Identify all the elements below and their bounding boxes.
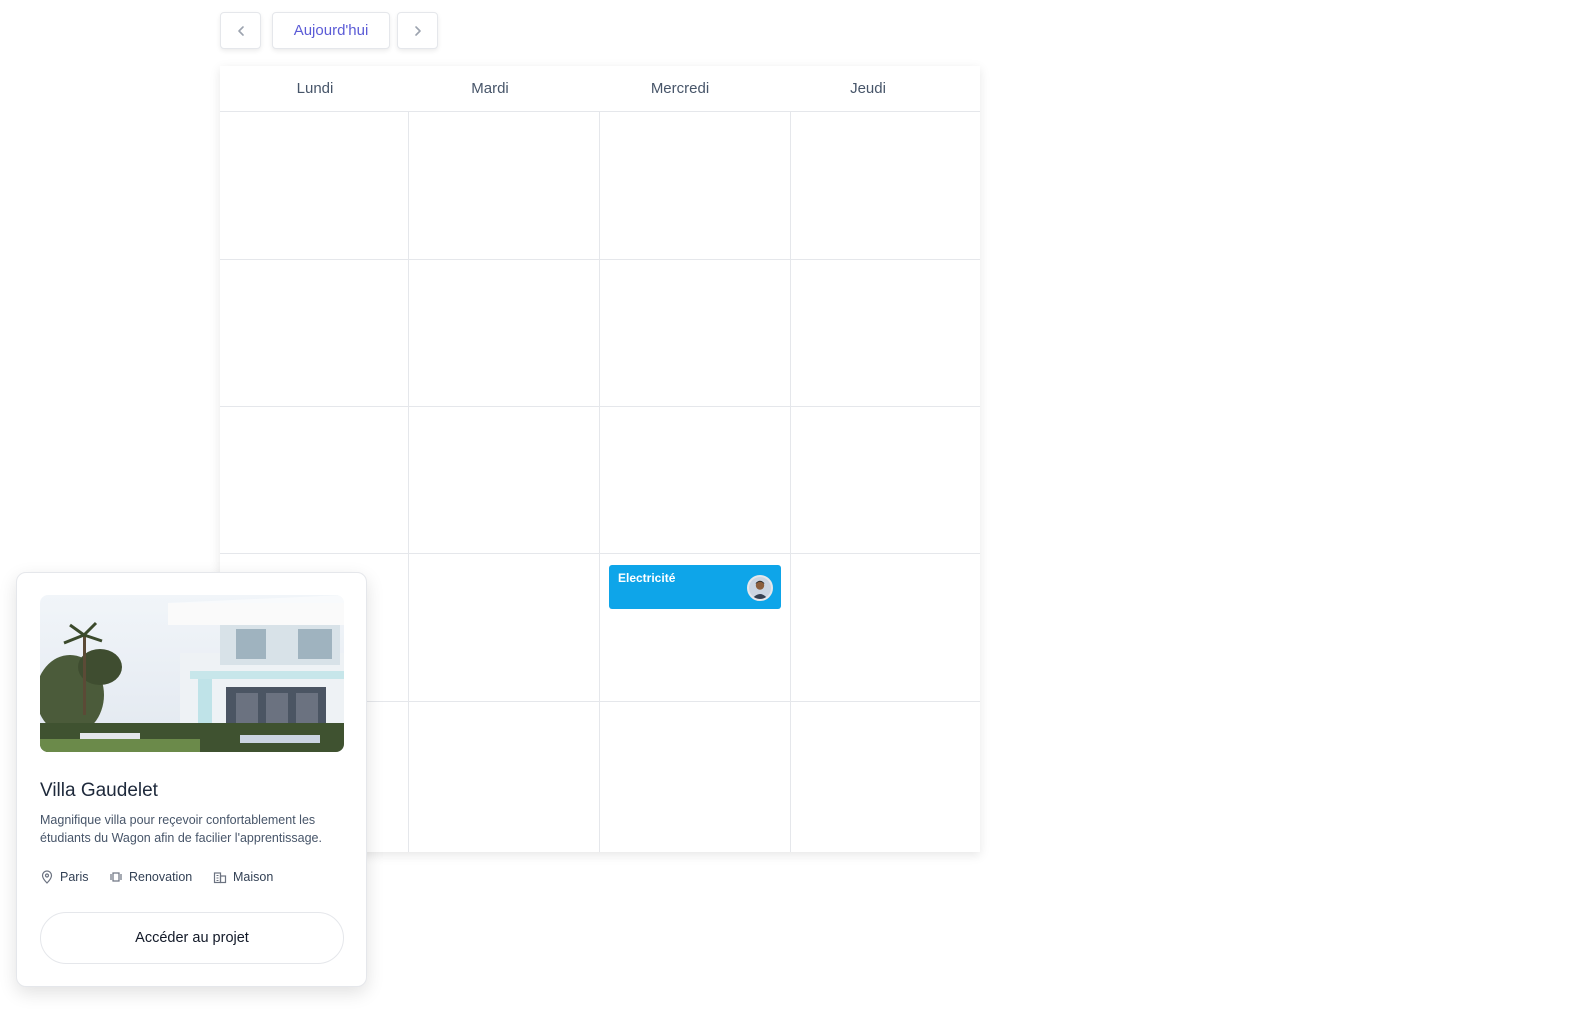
chevron-left-icon xyxy=(237,25,244,36)
project-description: Magnifique villa pour reçevoir confortab… xyxy=(40,813,322,845)
grid-divider xyxy=(220,259,980,260)
previous-button[interactable] xyxy=(220,12,261,49)
app: Aujourd'hui Lundi Mardi Mercredi Jeudi E… xyxy=(0,0,1576,1012)
project-title: Villa Gaudelet xyxy=(40,780,158,801)
day-header-mardi: Mardi xyxy=(471,80,509,97)
next-button[interactable] xyxy=(397,12,438,49)
grid-divider xyxy=(220,553,980,554)
project-card: Villa Gaudelet Magnifique villa pour reç… xyxy=(16,572,367,987)
grid-divider xyxy=(599,112,600,852)
building-icon xyxy=(213,872,227,884)
open-project-button[interactable]: Accéder au projet xyxy=(40,912,344,964)
grid-divider xyxy=(790,112,791,852)
grid-divider xyxy=(408,112,409,852)
location-label: Paris xyxy=(60,870,89,884)
calendar-header: Lundi Mardi Mercredi Jeudi xyxy=(220,66,980,112)
carousel-icon xyxy=(110,872,122,882)
project-category: Renovation xyxy=(109,870,192,884)
type-label: Maison xyxy=(233,870,274,884)
calendar-event[interactable]: Electricité xyxy=(609,565,781,609)
grid-divider xyxy=(220,406,980,407)
day-header-mercredi: Mercredi xyxy=(650,80,710,97)
map-pin-icon xyxy=(41,870,53,884)
event-title: Electricité xyxy=(618,571,676,585)
project-image xyxy=(40,595,344,752)
category-label: Renovation xyxy=(129,870,193,884)
chevron-right-icon xyxy=(414,25,421,36)
avatar-icon xyxy=(747,575,773,601)
project-type: Maison xyxy=(213,870,273,884)
project-location: Paris xyxy=(40,870,88,884)
day-header-jeudi: Jeudi xyxy=(850,80,886,97)
day-header-lundi: Lundi xyxy=(296,80,334,97)
today-button[interactable]: Aujourd'hui xyxy=(272,12,390,49)
